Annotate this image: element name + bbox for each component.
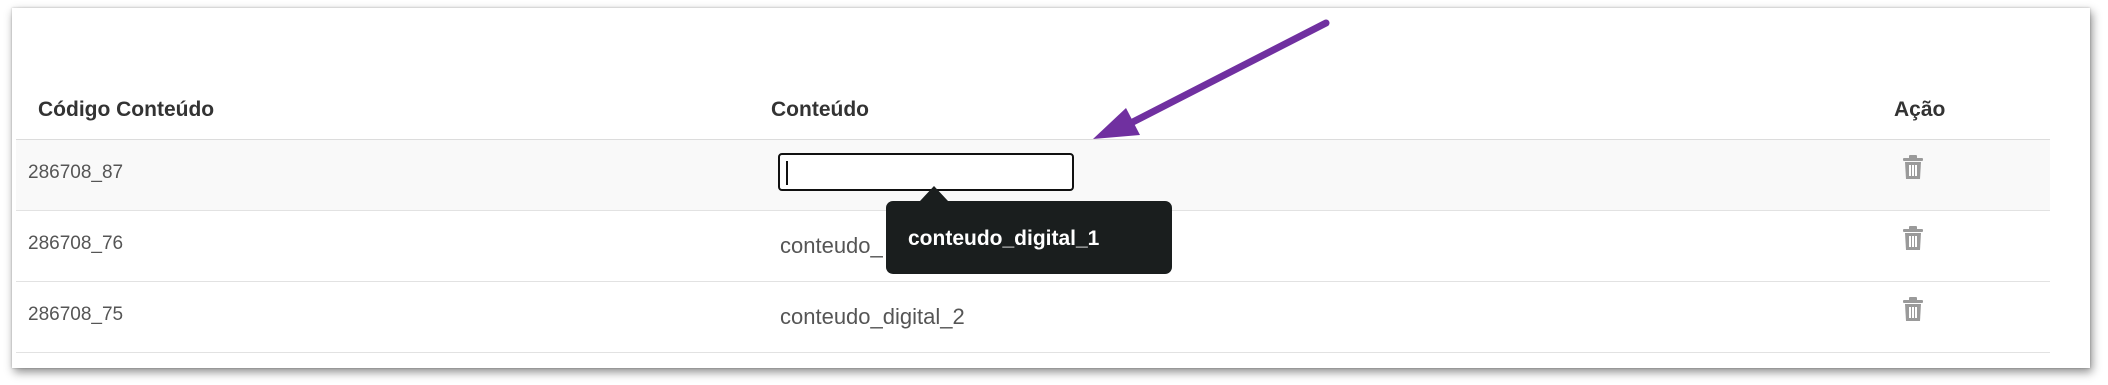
content-value-cell[interactable]: conteudo_	[780, 233, 883, 259]
content-code-cell: 286708_76	[28, 233, 124, 254]
content-value-cell[interactable]: conteudo_digital_2	[780, 304, 965, 330]
column-header-action: Ação	[1894, 98, 1946, 121]
column-header-code: Código Conteúdo	[38, 98, 215, 121]
trash-icon[interactable]	[1902, 296, 1924, 322]
column-header-content: Conteúdo	[771, 98, 869, 121]
page: Código Conteúdo Conteúdo Ação 286708_87	[0, 0, 2108, 385]
trash-icon[interactable]	[1902, 154, 1924, 180]
content-code-cell: 286708_87	[28, 162, 124, 183]
table-header-row: Código Conteúdo Conteúdo Ação	[16, 85, 2050, 140]
tooltip-text: conteudo_digital_1	[908, 227, 1100, 250]
content-tooltip: conteudo_digital_1	[886, 186, 1172, 274]
text-caret	[786, 161, 788, 185]
content-code-cell: 286708_75	[28, 304, 124, 325]
trash-icon[interactable]	[1902, 225, 1924, 251]
table-row: 286708_75 conteudo_digital_2	[16, 282, 2050, 353]
content-table-card: Código Conteúdo Conteúdo Ação 286708_87	[12, 8, 2090, 368]
tooltip-pointer	[920, 186, 948, 201]
